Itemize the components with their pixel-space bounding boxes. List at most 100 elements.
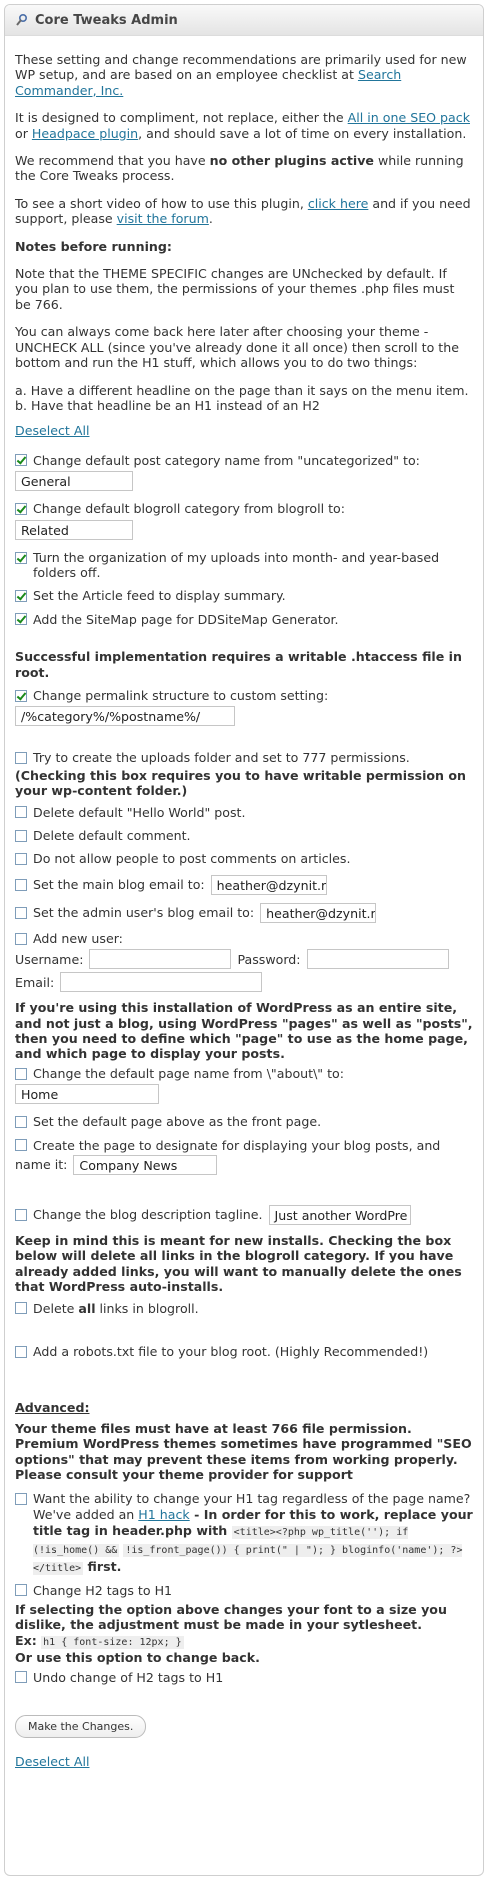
delete-links-label: Delete all links in blogroll. [33,1301,199,1316]
panel-titlebar: Core Tweaks Admin [5,5,483,36]
intro-paragraph-2: It is designed to compliment, not replac… [15,110,473,141]
tagline-input[interactable]: Just another WordPre [268,1205,411,1226]
notes-heading: Notes before running: [15,238,172,254]
uploads-org-checkbox[interactable] [15,551,27,564]
posts-page-label-2: name it: [15,1157,68,1173]
delete-links-text: Delete [33,1300,79,1316]
posts-page-input[interactable]: Company News [73,1155,218,1176]
username-label: Username: [15,951,84,967]
uploads-folder-note: (Checking this box requires you to have … [15,767,467,799]
deselect-all-link-bottom[interactable]: Deselect All [15,1754,89,1769]
uploads-folder-checkbox[interactable] [15,752,27,765]
undo-label: Undo change of H2 tags to H1 [33,1669,224,1685]
blogroll-checkbox[interactable] [15,502,27,515]
h2-to-h1-label: Change H2 tags to H1 [33,1582,173,1598]
no-comments-label: Do not allow people to post comments on … [33,851,351,867]
seo-pack-link[interactable]: All in one SEO pack [348,110,470,125]
main-email-label: Set the main blog email to: [33,877,205,893]
make-changes-button[interactable]: Make the Changes. [15,1714,147,1739]
example-line: Ex: h1 { font-size: 12px; } [15,1633,473,1650]
robots-checkbox[interactable] [15,1345,27,1358]
tagline-checkbox[interactable] [15,1209,27,1222]
deselect-all-link-top[interactable]: Deselect All [15,423,89,438]
page-name-checkbox[interactable] [15,1067,27,1080]
intro-paragraph-3: We recommend that you have no other plug… [15,153,473,184]
front-page-checkbox[interactable] [15,1115,27,1128]
notes-list: a. Have a different headline on the page… [15,383,473,414]
main-email-input[interactable]: heather@dzynit.net [210,874,327,895]
blogroll-input[interactable]: Related [15,519,133,540]
notes-paragraph-1: Note that the THEME SPECIFIC changes are… [15,266,455,312]
new-user-checkbox[interactable] [15,932,27,945]
intro-paragraph-4: To see a short video of how to use this … [15,196,473,227]
panel-title: Core Tweaks Admin [35,12,178,28]
intro-paragraph-1: These setting and change recommendations… [15,52,473,98]
advanced-note-1: Your theme files must have at least 766 … [15,1420,412,1436]
uploads-org-label: Turn the organization of my uploads into… [33,549,440,580]
admin-email-checkbox[interactable] [15,906,27,919]
username-input[interactable] [89,949,232,970]
intro-text: or [15,125,32,141]
permalink-input[interactable]: /%category%/%postname%/ [15,706,235,727]
intro-text: We recommend that you have [15,153,210,169]
uploads-folder-label: Try to create the uploads folder and set… [33,750,410,766]
permalink-checkbox[interactable] [15,689,27,702]
intro-bold: no other plugins active [209,153,374,169]
robots-label: Add a robots.txt file to your blog root.… [33,1344,429,1360]
h2-to-h1-checkbox[interactable] [15,1584,27,1597]
delete-comment-checkbox[interactable] [15,829,27,842]
sitemap-checkbox[interactable] [15,613,27,626]
h1-hack-label: Want the ability to change your H1 tag r… [33,1491,473,1577]
forum-link[interactable]: visit the forum [117,211,209,226]
intro-text: It is designed to compliment, not replac… [15,110,348,126]
delete-comment-label: Delete default comment. [33,828,191,843]
category-label: Change default post category name from "… [33,452,420,468]
email-label: Email: [15,974,55,990]
no-comments-checkbox[interactable] [15,853,27,866]
main-email-checkbox[interactable] [15,878,27,891]
undo-checkbox[interactable] [15,1671,27,1684]
front-page-label: Set the default page above as the front … [33,1114,322,1130]
category-input[interactable]: General [15,471,133,492]
permalink-label: Change permalink structure to custom set… [33,687,329,703]
posts-page-label: Create the page to designate for display… [33,1137,441,1153]
site-note: If you're using this installation of Wor… [15,1000,473,1062]
password-input[interactable] [306,949,449,970]
intro-text: To see a short video of how to use this … [15,195,308,211]
delete-links-checkbox[interactable] [15,1302,27,1315]
example-code: h1 { font-size: 12px; } [41,1635,184,1649]
page-name-label: Change the default page name from \"abou… [33,1065,344,1081]
htaccess-note: Successful implementation requires a wri… [15,649,462,680]
wrench-icon [15,13,29,27]
intro-text: , and should save a lot of time on every… [138,125,467,141]
advanced-heading: Advanced: [15,1399,90,1415]
h1-hack-link[interactable]: H1 hack [138,1507,189,1522]
delete-links-text: links in blogroll. [95,1300,199,1316]
headspace-link[interactable]: Headpace plugin [32,126,138,141]
admin-email-label: Set the admin user's blog email to: [33,905,255,921]
posts-page-checkbox[interactable] [15,1139,27,1152]
links-note: Keep in mind this is meant for new insta… [15,1233,462,1295]
font-note: If selecting the option above changes yo… [15,1601,447,1633]
video-link[interactable]: click here [308,196,369,211]
h1-hack-bold-2: first. [83,1558,122,1574]
core-tweaks-panel: Core Tweaks Admin These setting and chan… [4,4,484,1876]
or-note: Or use this option to change back. [15,1650,260,1666]
notes-item-a: a. Have a different headline on the page… [15,382,469,398]
article-feed-checkbox[interactable] [15,590,27,603]
intro-text: . [208,211,213,227]
delete-post-checkbox[interactable] [15,806,27,819]
notes-paragraph-2: You can always come back here later afte… [15,324,459,371]
advanced-note-2: Premium WordPress themes sometimes have … [15,1436,472,1483]
category-checkbox[interactable] [15,454,27,467]
delete-links-bold: all [78,1300,96,1316]
email-input[interactable] [60,972,263,993]
admin-email-input[interactable]: heather@dzynit.net [260,902,377,923]
sitemap-label: Add the SiteMap page for DDSiteMap Gener… [33,611,339,627]
tagline-label: Change the blog description tagline. [33,1207,263,1223]
example-label: Ex: [15,1632,42,1648]
blogroll-label: Change default blogroll category from bl… [33,501,345,517]
page-name-input[interactable]: Home [15,1084,159,1105]
delete-post-label: Delete default "Hello World" post. [33,804,246,820]
h1-hack-checkbox[interactable] [15,1492,27,1505]
